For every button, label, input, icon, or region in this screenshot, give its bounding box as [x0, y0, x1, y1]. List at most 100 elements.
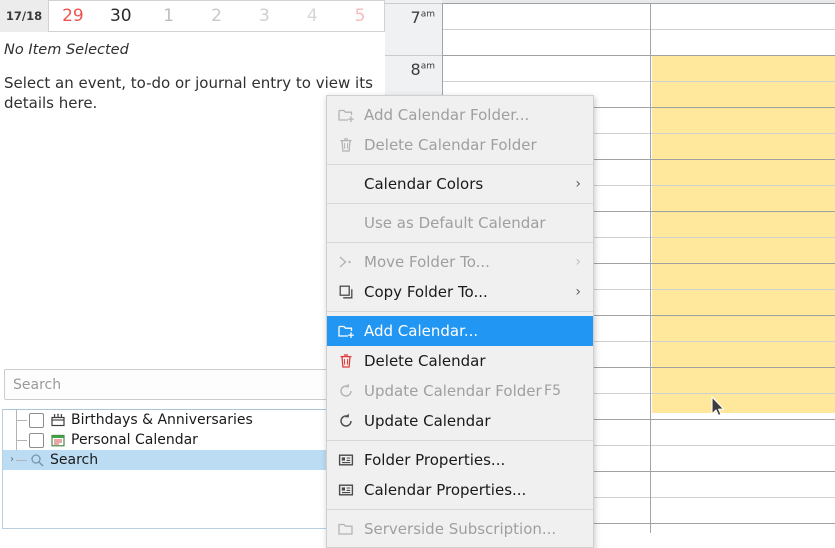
grid-line [651, 81, 835, 82]
hour-number: 8 [411, 60, 421, 79]
menu-item-label: Update Calendar Folder [364, 382, 542, 400]
day-cell-29[interactable]: 29 [49, 1, 97, 31]
trash-red-icon [337, 352, 355, 370]
menu-item-no-icon [337, 175, 355, 193]
tree-expander-icon[interactable]: › [10, 454, 21, 465]
menu-separator [327, 164, 593, 165]
tree-connector: › [5, 450, 29, 470]
properties-icon [337, 451, 355, 469]
properties-icon [337, 481, 355, 499]
menu-item-copy-folder-to[interactable]: Copy Folder To...› [327, 277, 593, 307]
grid-line [651, 185, 835, 186]
menu-item-folder-properties[interactable]: Folder Properties... [327, 445, 593, 475]
day-number-row[interactable]: 293012345 [48, 0, 385, 32]
grid-line [651, 393, 835, 394]
grid-line [651, 133, 835, 134]
search-box[interactable] [4, 369, 381, 400]
folder-add-icon [337, 106, 355, 124]
menu-item-update-calendar-folder: Update Calendar FolderF5 [327, 376, 593, 406]
move-icon [337, 253, 355, 271]
grid-line [651, 341, 835, 342]
grid-line [651, 471, 835, 472]
busy-time-block[interactable] [652, 55, 835, 413]
menu-item-calendar-properties[interactable]: Calendar Properties... [327, 475, 593, 505]
personal-calendar-icon [50, 432, 66, 448]
menu-item-label: Update Calendar [364, 412, 491, 430]
gutter-separator [385, 55, 442, 56]
day-cell-3[interactable]: 3 [240, 1, 288, 31]
menu-item-update-calendar[interactable]: Update Calendar [327, 406, 593, 436]
menu-item-add-calendar-folder: Add Calendar Folder... [327, 100, 593, 130]
hour-suffix: am [421, 62, 435, 72]
tree-item-label: Personal Calendar [71, 432, 198, 448]
grid-line [443, 55, 650, 56]
folder-icon [337, 520, 355, 538]
calendar-column-2[interactable] [650, 0, 835, 533]
day-cell-30[interactable]: 30 [97, 1, 145, 31]
tree-item-label: Search [50, 452, 98, 468]
grid-line [651, 3, 835, 4]
grid-line [651, 445, 835, 446]
search-icon [29, 452, 45, 468]
menu-separator [327, 311, 593, 312]
grid-line [651, 263, 835, 264]
menu-item-label: Folder Properties... [364, 451, 505, 469]
menu-item-label: Use as Default Calendar [364, 214, 546, 232]
gutter-separator [385, 3, 442, 4]
birthday-calendar-icon [50, 412, 66, 428]
menu-item-label: Calendar Properties... [364, 481, 526, 499]
menu-item-move-folder-to: Move Folder To...› [327, 247, 593, 277]
no-item-selected-heading: No Item Selected [4, 42, 129, 58]
grid-line [651, 159, 835, 160]
menu-item-label: Add Calendar... [364, 322, 478, 340]
grid-top-cap [442, 0, 835, 3]
grid-line [651, 289, 835, 290]
grid-line [651, 55, 835, 56]
grid-line [651, 497, 835, 498]
mouse-cursor [711, 396, 725, 417]
grid-line [651, 107, 835, 108]
grid-line [651, 367, 835, 368]
menu-item-label: Delete Calendar [364, 352, 486, 370]
hour-suffix: am [421, 10, 435, 20]
menu-item-add-calendar[interactable]: Add Calendar... [327, 316, 593, 346]
calendar-context-menu[interactable]: Add Calendar Folder... Delete Calendar F… [326, 95, 594, 548]
grid-line [651, 211, 835, 212]
folder-add-icon [337, 322, 355, 340]
grid-line [651, 315, 835, 316]
copy-icon [337, 283, 355, 301]
tree-connector [5, 430, 29, 450]
grid-line [443, 29, 650, 30]
trash-icon [337, 136, 355, 154]
menu-item-label: Serverside Subscription... [364, 520, 556, 538]
menu-item-calendar-colors[interactable]: Calendar Colors › [327, 169, 593, 199]
day-cell-1[interactable]: 1 [145, 1, 193, 31]
menu-separator [327, 440, 593, 441]
menu-item-label: Copy Folder To... [364, 283, 488, 301]
menu-item-label: Calendar Colors [364, 175, 483, 193]
menu-item-serverside-subscription: Serverside Subscription... [327, 514, 593, 544]
menu-item-delete-calendar[interactable]: Delete Calendar [327, 346, 593, 376]
tree-item-checkbox[interactable] [29, 413, 44, 428]
week-number-cell: 17/18 [0, 0, 48, 32]
menu-item-label: Move Folder To... [364, 253, 490, 271]
menu-item-label: Delete Calendar Folder [364, 136, 537, 154]
submenu-arrow-icon: › [575, 176, 581, 192]
hour-label-7am: 7am [411, 8, 435, 27]
tree-item-label: Birthdays & Anniversaries [71, 412, 253, 428]
menu-item-shortcut: F5 [544, 383, 561, 399]
date-strip: 17/18 293012345 [0, 0, 385, 32]
menu-item-no-icon [337, 214, 355, 232]
hour-number: 7 [411, 8, 421, 27]
menu-item-use-as-default-calendar: Use as Default Calendar [327, 208, 593, 238]
search-input[interactable] [4, 369, 381, 400]
day-cell-2[interactable]: 2 [193, 1, 241, 31]
day-cell-4[interactable]: 4 [288, 1, 336, 31]
day-cell-5[interactable]: 5 [336, 1, 384, 31]
menu-separator [327, 509, 593, 510]
menu-item-label: Add Calendar Folder... [364, 106, 529, 124]
refresh-icon [337, 412, 355, 430]
tree-item-checkbox[interactable] [29, 433, 44, 448]
grid-line [651, 237, 835, 238]
grid-line [651, 29, 835, 30]
